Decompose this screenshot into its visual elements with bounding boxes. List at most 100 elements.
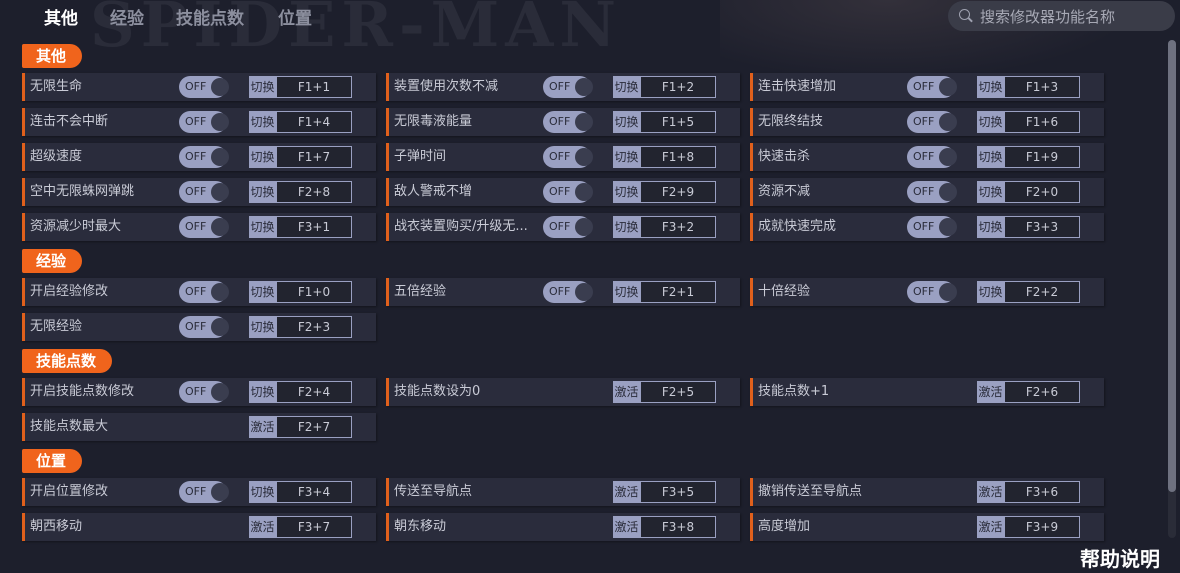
cheat-toggle[interactable]: OFF xyxy=(907,111,957,133)
hotkey-action-label: 切换 xyxy=(249,481,276,503)
hotkey-button[interactable]: 切换 F3+3 xyxy=(977,216,1081,238)
hotkey-button[interactable]: 切换 F2+8 xyxy=(249,181,353,203)
hotkey-button[interactable]: 激活 F3+5 xyxy=(613,481,717,503)
cheat-toggle[interactable]: OFF xyxy=(179,381,229,403)
help-link[interactable]: 帮助说明 xyxy=(1080,543,1160,572)
hotkey-button[interactable]: 切换 F1+4 xyxy=(249,111,353,133)
cheat-toggle[interactable]: OFF xyxy=(543,76,593,98)
cheat-toggle[interactable]: OFF xyxy=(543,111,593,133)
hotkey-button[interactable]: 切换 F2+4 xyxy=(249,381,353,403)
hotkey-button[interactable]: 激活 F3+8 xyxy=(613,516,717,538)
cheat-row: 资源减少时最大 OFF 切换 F3+1 xyxy=(22,213,376,241)
hotkey-button[interactable]: 切换 F1+1 xyxy=(249,76,353,98)
tab-position[interactable]: 位置 xyxy=(278,4,312,29)
hotkey-button[interactable]: 激活 F2+6 xyxy=(977,381,1081,403)
hotkey-combo: F2+1 xyxy=(640,281,716,303)
cheat-toggle[interactable]: OFF xyxy=(179,146,229,168)
hotkey-combo: F2+0 xyxy=(1004,181,1080,203)
cheat-toggle[interactable]: OFF xyxy=(179,181,229,203)
hotkey-action-label: 激活 xyxy=(249,416,276,438)
hotkey-button[interactable]: 切换 F2+9 xyxy=(613,181,717,203)
hotkey-button[interactable]: 切换 F1+7 xyxy=(249,146,353,168)
toggle-knob xyxy=(939,218,957,236)
hotkey-action-label: 切换 xyxy=(249,281,276,303)
hotkey-button[interactable]: 激活 F2+7 xyxy=(249,416,353,438)
cheat-label: 十倍经验 xyxy=(758,284,811,299)
hotkey-button[interactable]: 切换 F3+1 xyxy=(249,216,353,238)
hotkey-button[interactable]: 切换 F2+3 xyxy=(249,316,353,338)
tab-skill-points[interactable]: 技能点数 xyxy=(176,4,244,29)
section-experience-header: 经验 xyxy=(22,249,83,273)
cheat-label: 技能点数最大 xyxy=(30,419,109,434)
section-skill-points-header: 技能点数 xyxy=(22,349,113,373)
hotkey-combo: F2+4 xyxy=(276,381,352,403)
hotkey-action-label: 切换 xyxy=(249,216,276,238)
cheat-toggle[interactable]: OFF xyxy=(907,181,957,203)
hotkey-action-label: 切换 xyxy=(613,146,640,168)
cheat-toggle[interactable]: OFF xyxy=(543,216,593,238)
hotkey-button[interactable]: 激活 F2+5 xyxy=(613,381,717,403)
toggle-state-label: OFF xyxy=(913,80,935,93)
hotkey-action-label: 切换 xyxy=(977,216,1004,238)
hotkey-button[interactable]: 切换 F3+4 xyxy=(249,481,353,503)
scrollbar-thumb[interactable] xyxy=(1168,40,1176,492)
cheat-toggle[interactable]: OFF xyxy=(179,481,229,503)
cheat-row: 战衣装置购买/升级无... OFF 切换 F3+2 xyxy=(386,213,740,241)
hotkey-combo: F3+8 xyxy=(640,516,716,538)
hotkey-button[interactable]: 切换 F1+2 xyxy=(613,76,717,98)
tab-other[interactable]: 其他 xyxy=(44,4,78,29)
toggle-state-label: OFF xyxy=(549,150,571,163)
cheat-toggle[interactable]: OFF xyxy=(907,76,957,98)
toggle-state-label: OFF xyxy=(913,220,935,233)
hotkey-action-label: 激活 xyxy=(249,516,276,538)
cheat-toggle[interactable]: OFF xyxy=(543,281,593,303)
hotkey-button[interactable]: 切换 F1+8 xyxy=(613,146,717,168)
hotkey-action-label: 切换 xyxy=(977,76,1004,98)
cheat-row: 无限经验 OFF 切换 F2+3 xyxy=(22,313,376,341)
hotkey-button[interactable]: 切换 F1+9 xyxy=(977,146,1081,168)
toggle-knob xyxy=(211,283,229,301)
hotkey-button[interactable]: 激活 F3+9 xyxy=(977,516,1081,538)
hotkey-button[interactable]: 切换 F1+0 xyxy=(249,281,353,303)
hotkey-button[interactable]: 切换 F2+1 xyxy=(613,281,717,303)
hotkey-button[interactable]: 切换 F2+0 xyxy=(977,181,1081,203)
hotkey-button[interactable]: 激活 F3+7 xyxy=(249,516,353,538)
search-input[interactable] xyxy=(978,1,1172,33)
toggle-knob xyxy=(575,183,593,201)
toggle-knob xyxy=(211,113,229,131)
hotkey-button[interactable]: 激活 F3+6 xyxy=(977,481,1081,503)
top-bar: 其他 经验 技能点数 位置 xyxy=(0,0,1180,36)
cheat-toggle[interactable]: OFF xyxy=(907,281,957,303)
hotkey-button[interactable]: 切换 F1+5 xyxy=(613,111,717,133)
section-position-header: 位置 xyxy=(22,449,83,473)
hotkey-action-label: 切换 xyxy=(977,181,1004,203)
hotkey-button[interactable]: 切换 F1+3 xyxy=(977,76,1081,98)
cheat-toggle[interactable]: OFF xyxy=(179,216,229,238)
cheat-row: 成就快速完成 OFF 切换 F3+3 xyxy=(750,213,1104,241)
cheat-toggle[interactable]: OFF xyxy=(543,181,593,203)
cheat-label: 无限终结技 xyxy=(758,114,824,129)
cheat-row: 超级速度 OFF 切换 F1+7 xyxy=(22,143,376,171)
cheat-label: 开启经验修改 xyxy=(30,284,109,299)
hotkey-action-label: 切换 xyxy=(977,111,1004,133)
cheat-toggle[interactable]: OFF xyxy=(179,316,229,338)
cheat-label: 连击快速增加 xyxy=(758,79,837,94)
cheat-toggle[interactable]: OFF xyxy=(179,76,229,98)
cheat-row: 五倍经验 OFF 切换 F2+1 xyxy=(386,278,740,306)
cheat-row: 敌人警戒不增 OFF 切换 F2+9 xyxy=(386,178,740,206)
cheat-toggle[interactable]: OFF xyxy=(907,216,957,238)
cheat-toggle[interactable]: OFF xyxy=(179,111,229,133)
hotkey-action-label: 切换 xyxy=(613,111,640,133)
toggle-knob xyxy=(939,183,957,201)
cheat-toggle[interactable]: OFF xyxy=(543,146,593,168)
toggle-state-label: OFF xyxy=(549,220,571,233)
hotkey-button[interactable]: 切换 F3+2 xyxy=(613,216,717,238)
hotkey-button[interactable]: 切换 F2+2 xyxy=(977,281,1081,303)
cheat-row: 技能点数设为0 激活 F2+5 xyxy=(386,378,740,406)
hotkey-button[interactable]: 切换 F1+6 xyxy=(977,111,1081,133)
cheat-toggle[interactable]: OFF xyxy=(179,281,229,303)
cheat-row: 传送至导航点 激活 F3+5 xyxy=(386,478,740,506)
hotkey-action-label: 激活 xyxy=(977,516,1004,538)
cheat-toggle[interactable]: OFF xyxy=(907,146,957,168)
tab-experience[interactable]: 经验 xyxy=(110,4,144,29)
